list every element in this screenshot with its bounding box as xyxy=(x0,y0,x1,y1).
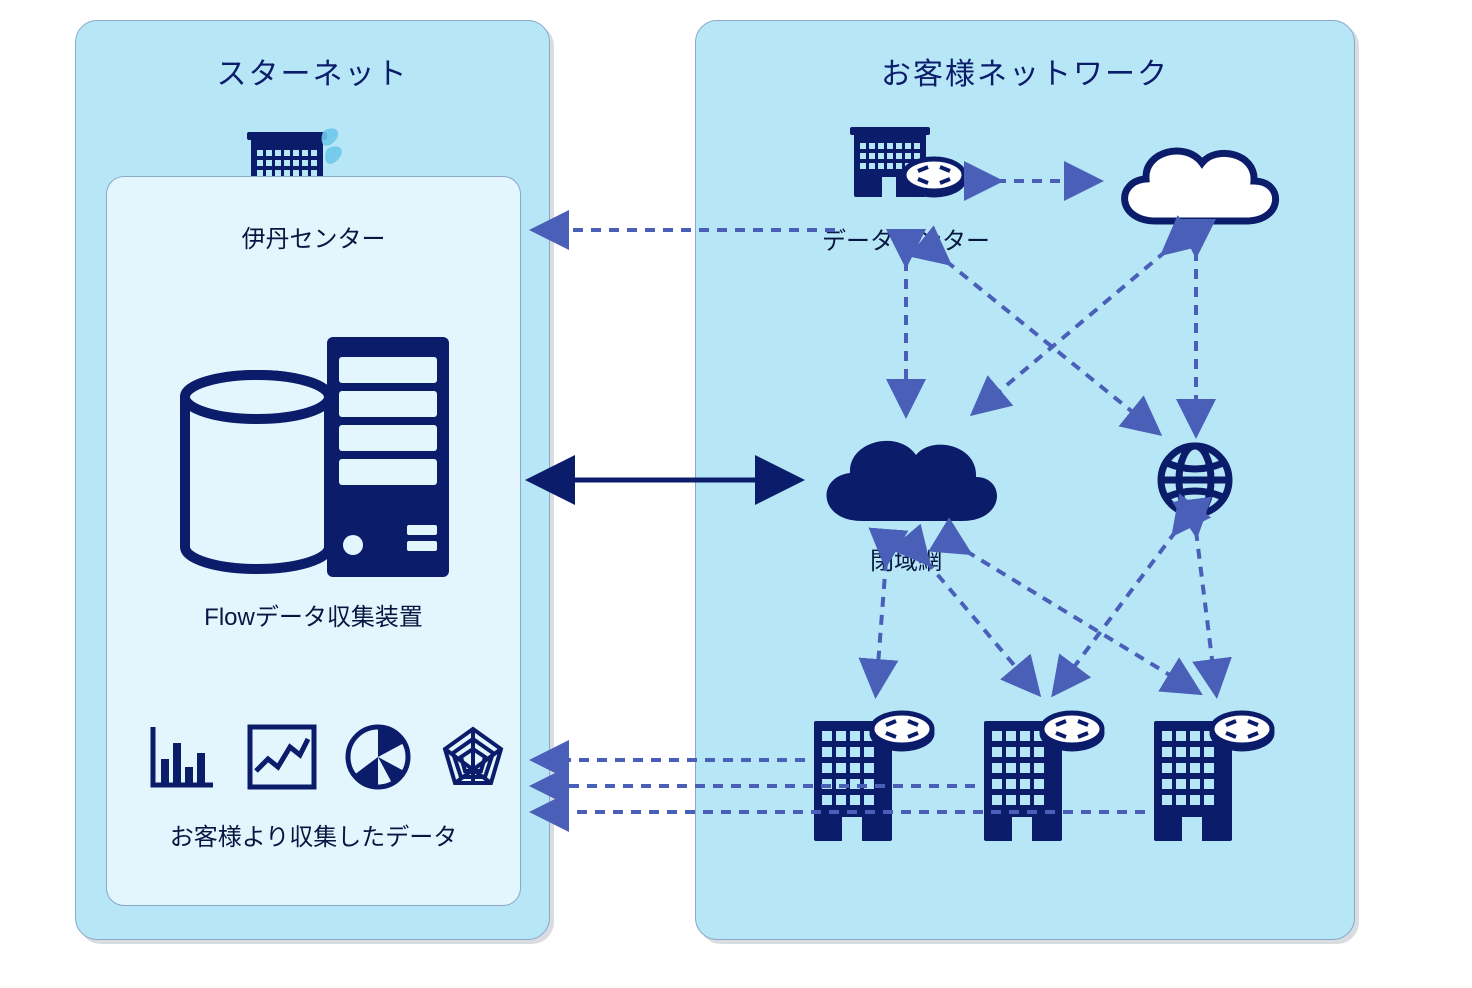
diagram-stage: スターネット 伊丹センター xyxy=(75,20,1355,940)
bar-chart-icon xyxy=(147,723,219,791)
pie-chart-icon xyxy=(344,723,412,791)
starnet-panel: スターネット 伊丹センター xyxy=(75,20,550,940)
chart-icons-row xyxy=(147,717,507,797)
starnet-inner-panel: 伊丹センター xyxy=(106,176,521,906)
radar-chart-icon xyxy=(439,723,507,791)
line-chart-icon xyxy=(246,723,318,791)
starnet-title: スターネット xyxy=(76,49,549,93)
customer-network-panel: お客様ネットワーク データセンター xyxy=(695,20,1355,940)
flow-collector-label: Flowデータ収集装置 xyxy=(107,597,520,632)
flow-collector-icon xyxy=(177,327,457,587)
collected-data-label: お客様より収集したデータ xyxy=(107,817,520,852)
itami-center-label: 伊丹センター xyxy=(107,219,520,254)
right-panel-arrows xyxy=(696,21,1356,941)
